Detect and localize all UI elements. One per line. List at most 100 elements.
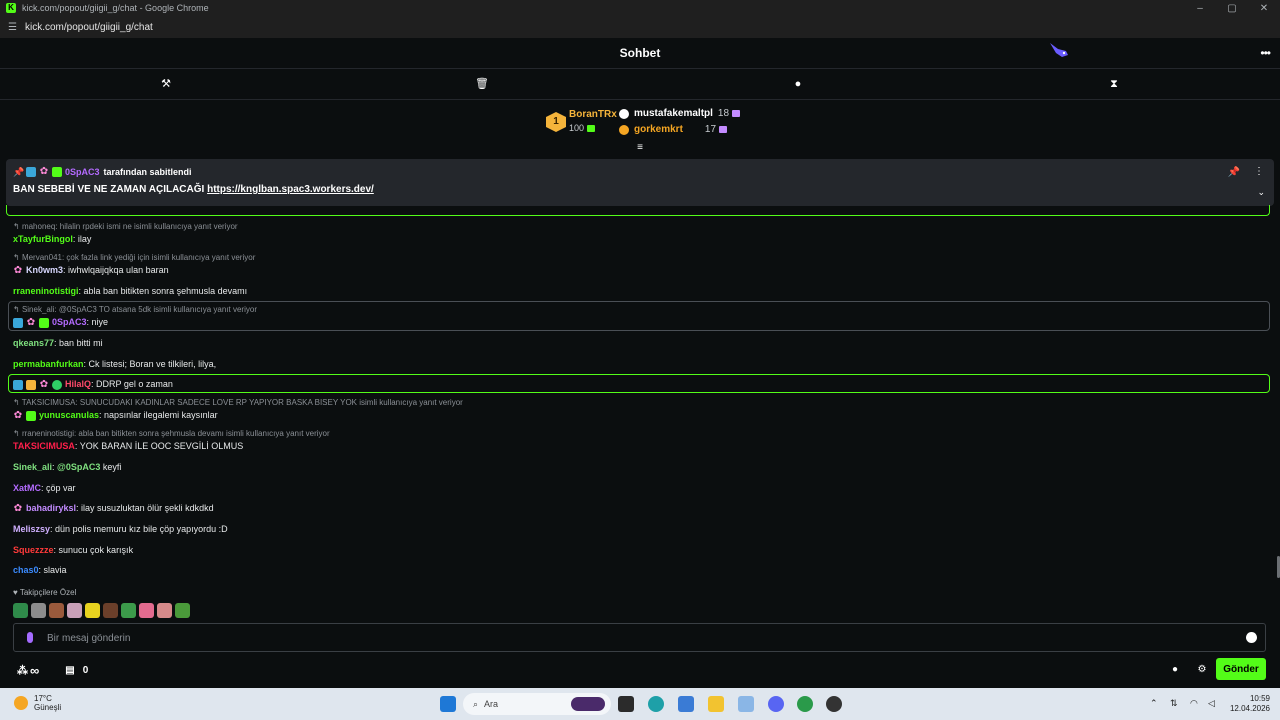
chat-message[interactable]: ✿ Kn0wm3: iwhwlqaijqkqa ulan baran	[13, 265, 169, 276]
app-icon[interactable]	[826, 696, 842, 712]
username[interactable]: chas0	[13, 565, 39, 575]
username[interactable]: TAKSICIMUSA	[13, 441, 75, 451]
network-icon[interactable]: ⇅	[1170, 698, 1178, 709]
send-button[interactable]: Gönder	[1216, 658, 1266, 680]
chat-message[interactable]: ✿ 0SpAC3: niye	[13, 317, 108, 328]
username[interactable]: HilalQ	[65, 379, 91, 389]
chat-message[interactable]: qkeans77: ban bitti mi	[13, 338, 103, 348]
reply-context[interactable]: ↰ Mervan041: çok fazla link yediği için …	[13, 253, 255, 262]
pink-emote-icon[interactable]	[157, 603, 172, 618]
chat-message[interactable]: Sinek_ali: @0SpAC3 keyfi	[13, 462, 121, 472]
chat-message[interactable]: xTayfurBingol: ilay	[13, 234, 91, 244]
close-button[interactable]: ✕	[1248, 3, 1280, 14]
frog-lying-emote-icon[interactable]	[175, 603, 190, 618]
collapse-leaderboard-icon[interactable]: ≡	[634, 143, 646, 153]
weather-widget[interactable]: 17°C Güneşli	[14, 694, 61, 712]
follower-emotes-label: ♥ Takipçilere Özel	[13, 588, 77, 597]
username[interactable]: qkeans77	[13, 338, 54, 348]
chat-message[interactable]: XatMC: çöp var	[13, 483, 76, 493]
leaderboard-row[interactable]: gorkemkrt 17	[619, 124, 728, 135]
reply-context[interactable]: ↰ rraneninotistigi: abla ban bitikten so…	[13, 429, 330, 438]
gear-icon[interactable]: ⚙	[1196, 664, 1208, 676]
top-gifter-name[interactable]: BoranTRx	[569, 109, 617, 120]
chat-message[interactable]: Meliszsy: dün polis memuru kız bile çöp …	[13, 524, 228, 534]
minimize-button[interactable]: –	[1184, 3, 1216, 14]
chat-message[interactable]: chas0: slavia	[13, 565, 67, 575]
username[interactable]: Squezzze	[13, 545, 54, 555]
person-emote-icon[interactable]	[67, 603, 82, 618]
windows-start-icon[interactable]	[440, 696, 456, 712]
hand-emote-icon[interactable]	[139, 603, 154, 618]
message-text: ban bitti mi	[59, 338, 103, 348]
chat-message[interactable]: rraneninotistigi: abla ban bitikten sonr…	[13, 286, 247, 296]
edge-icon[interactable]	[648, 696, 664, 712]
username[interactable]: bahadiryksl	[26, 503, 76, 513]
username[interactable]: rraneninotistigi	[13, 286, 79, 296]
store-icon[interactable]: ▤	[65, 665, 74, 676]
time: 10:59	[1249, 694, 1270, 703]
frog-emote-icon[interactable]	[13, 603, 28, 618]
gift-icon	[732, 110, 741, 117]
hammer-icon[interactable]: ⚒	[159, 77, 173, 91]
microphone-icon[interactable]	[27, 632, 33, 643]
chat-message[interactable]: permabanfurkan: Ck listesi; Boran ve til…	[13, 359, 216, 369]
volume-icon[interactable]: ◁	[1208, 698, 1215, 709]
username[interactable]: xTayfurBingol	[13, 234, 73, 244]
reply-context[interactable]: ↰ mahoneq: hilalin rpdeki ismi ne isimli…	[13, 222, 238, 231]
chat-title: Sohbet	[619, 46, 661, 60]
chat-bubble-icon[interactable]: ●	[791, 77, 805, 91]
hourglass-icon[interactable]: ⧗	[1107, 77, 1121, 91]
pinned-more-icon[interactable]: ⋮	[1254, 166, 1264, 177]
points-icon[interactable]: ⁂	[17, 664, 28, 677]
username[interactable]: Meliszsy	[13, 524, 50, 534]
reply-context[interactable]: ↰ Sinek_ali: @0SpAC3 TO atsana 5dk isiml…	[13, 305, 257, 314]
username[interactable]: Sinek_ali	[13, 462, 52, 472]
pinned-link[interactable]: https://knglban.spac3.workers.dev/	[207, 184, 374, 195]
duck-emote-icon[interactable]	[85, 603, 100, 618]
chat-message[interactable]: ✿ yunuscanulas: napsınlar ilegalemi kaysı…	[13, 410, 218, 421]
username[interactable]: Kn0wm3	[26, 265, 63, 275]
bottom-left-info: ⁂ ∞ ▤ 0	[17, 663, 88, 678]
pepe-emote-icon[interactable]	[121, 603, 136, 618]
chat-message[interactable]: Squezzze: sunucu çok karışık	[13, 545, 133, 555]
discord-icon[interactable]	[768, 696, 784, 712]
chat-message[interactable]: TAKSICIMUSA: YOK BARAN İLE OOC SEVGİLİ O…	[13, 441, 243, 451]
pinned-message[interactable]: 📌 ✿ 0SpAC3 tarafından sabitlendi BAN SEB…	[6, 159, 1274, 206]
leaderboard-row[interactable]: mustafakemaltpl 18	[619, 108, 741, 119]
top-gifter-value: 100	[569, 123, 596, 133]
chrome-icon[interactable]	[797, 696, 813, 712]
girl-emote-icon[interactable]	[103, 603, 118, 618]
message-input[interactable]	[47, 631, 1227, 645]
chevron-up-icon[interactable]: ⌃	[1150, 698, 1158, 709]
message-text: napsınlar ilegalemi kaysınlar	[104, 410, 218, 420]
clock[interactable]: 10:59 12.04.2026	[1230, 694, 1270, 714]
username[interactable]: 0SpAC3	[52, 317, 87, 327]
message-input-box[interactable]	[13, 623, 1266, 652]
chevron-down-icon[interactable]: ⌄	[1257, 187, 1265, 198]
crown-badge-icon	[26, 379, 36, 390]
username[interactable]: permabanfurkan	[13, 359, 84, 369]
store-app-icon[interactable]	[678, 696, 694, 712]
username[interactable]: XatMC	[13, 483, 41, 493]
maximize-button[interactable]: ▢	[1216, 3, 1248, 14]
wifi-icon[interactable]: ◠	[1190, 698, 1198, 709]
task-view-icon[interactable]	[618, 696, 634, 712]
address-bar[interactable]: ☰ kick.com/popout/giigii_g/chat	[0, 16, 1280, 38]
chat-bubble-icon[interactable]: ●	[1169, 664, 1181, 676]
mention[interactable]: @0SpAC3	[57, 462, 100, 472]
url-text[interactable]: kick.com/popout/giigii_g/chat	[25, 22, 153, 33]
emoji-picker-icon[interactable]	[1246, 632, 1257, 643]
chat-menu-icon[interactable]: •••	[1260, 46, 1271, 60]
cat-emote-icon[interactable]	[31, 603, 46, 618]
site-settings-icon[interactable]: ☰	[8, 22, 17, 33]
chat-message[interactable]: ✿ HilalQ: DDRP gel o zaman	[13, 379, 173, 390]
reply-context[interactable]: ↰ TAKSICIMUSA: SUNUCUDAKI KADINLAR SADEC…	[13, 398, 463, 407]
taskbar-search[interactable]: ⌕ Ara	[463, 693, 611, 715]
face-emote-icon[interactable]	[49, 603, 64, 618]
unpin-icon[interactable]: 📌	[1228, 167, 1240, 178]
file-explorer-icon[interactable]	[708, 696, 724, 712]
username[interactable]: yunuscanulas	[39, 410, 99, 420]
settings-app-icon[interactable]	[738, 696, 754, 712]
chat-message[interactable]: ✿ bahadiryksl: ilay susuzluktan ölür şekl…	[13, 503, 214, 514]
trash-icon[interactable]: 🗑	[475, 77, 489, 91]
